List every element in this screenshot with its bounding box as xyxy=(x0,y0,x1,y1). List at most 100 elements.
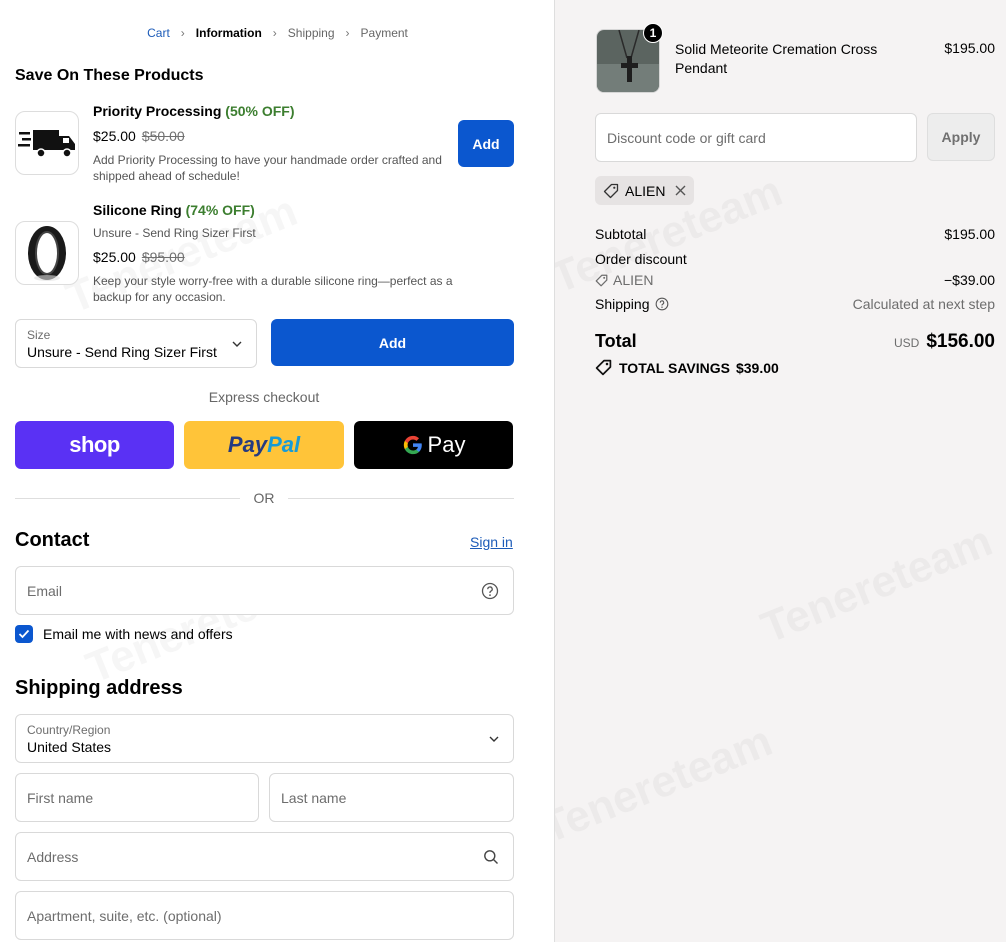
tag-icon xyxy=(595,274,608,286)
express-checkout-label: Express checkout xyxy=(208,389,320,405)
chevron-right-icon: › xyxy=(272,26,277,40)
watermark: Tenereteam xyxy=(755,516,1000,654)
product-name: Solid Meteorite Cremation Cross Pendant xyxy=(675,41,878,76)
add-silicone-ring-button[interactable]: Add xyxy=(271,319,514,366)
delivery-truck-icon xyxy=(18,130,75,158)
google-g-icon xyxy=(403,435,422,455)
last-name-placeholder: Last name xyxy=(281,789,347,806)
chevron-right-icon: › xyxy=(180,26,185,40)
email-field[interactable]: Email xyxy=(15,566,514,615)
first-name-field[interactable]: First name xyxy=(15,773,259,822)
size-select-value: Unsure - Send Ring Sizer First xyxy=(27,344,217,360)
email-placeholder: Email xyxy=(27,582,63,599)
order-discount-code: ALIEN xyxy=(595,272,653,288)
upsell-item-price-old: $50.00 xyxy=(141,128,185,144)
product-thumbnail xyxy=(15,111,79,175)
apartment-placeholder: Apartment, suite, etc. (optional) xyxy=(27,907,222,924)
checkout-main: Tenereteam Tenereteam Cart › Information… xyxy=(0,0,555,942)
upsell-item-price: $25.00 $95.00 xyxy=(93,249,185,265)
chevron-down-icon xyxy=(489,736,499,742)
paypal-button[interactable]: PayPal xyxy=(184,421,344,469)
upsell-item-discount: (74% OFF) xyxy=(185,202,255,218)
address-placeholder: Address xyxy=(27,848,79,865)
applied-discount-code: ALIEN xyxy=(625,182,666,199)
shipping-address-heading: Shipping address xyxy=(15,677,183,699)
last-name-field[interactable]: Last name xyxy=(269,773,514,822)
subtotal-value: $195.00 xyxy=(944,226,995,242)
size-select-label: Size xyxy=(27,328,51,342)
order-summary: Tenereteam Tenereteam Tenereteam 1 Solid… xyxy=(555,0,1006,942)
breadcrumb-cart[interactable]: Cart xyxy=(147,26,170,40)
shipping-row-label: Shipping xyxy=(595,296,669,312)
upsell-item-discount: (50% OFF) xyxy=(225,103,295,119)
shipping-label: Shipping xyxy=(595,296,650,312)
help-circle-icon[interactable] xyxy=(481,582,499,600)
total-savings-value: $39.00 xyxy=(735,359,779,376)
upsell-item-price-current: $25.00 xyxy=(93,249,136,265)
tag-icon xyxy=(595,359,612,376)
upsell-item-description: Keep your style worry-free with a durabl… xyxy=(93,274,453,304)
address-field[interactable]: Address xyxy=(15,832,514,881)
close-icon[interactable] xyxy=(675,185,686,196)
watermark: Tenereteam xyxy=(555,716,779,854)
upsell-item-variant: Unsure - Send Ring Sizer First xyxy=(93,226,256,240)
country-select[interactable]: Country/Region United States xyxy=(15,714,514,763)
order-discount-amount: −$39.00 xyxy=(944,272,995,288)
subtotal-label: Subtotal xyxy=(595,226,647,242)
upsell-item-price-old: $95.00 xyxy=(141,249,185,265)
shop-pay-logo: shop xyxy=(69,432,120,457)
size-select[interactable]: Size Unsure - Send Ring Sizer First xyxy=(15,319,257,368)
upsell-item-title: Silicone Ring (74% OFF) xyxy=(93,202,255,218)
upsell-item-name: Priority Processing xyxy=(93,103,222,119)
product-thumbnail xyxy=(15,221,79,285)
total-value: $156.00 xyxy=(926,331,995,352)
total-label: Total xyxy=(595,331,637,351)
breadcrumb-payment: Payment xyxy=(360,26,408,40)
shipping-value: Calculated at next step xyxy=(852,296,995,312)
order-discount-label: Order discount xyxy=(595,251,687,267)
apartment-field[interactable]: Apartment, suite, etc. (optional) xyxy=(15,891,514,940)
google-pay-label: Pay xyxy=(427,432,466,457)
quantity-badge: 1 xyxy=(643,23,663,43)
help-circle-icon[interactable] xyxy=(655,297,669,311)
country-value: United States xyxy=(27,739,112,755)
tag-icon xyxy=(603,183,619,198)
chevron-right-icon: › xyxy=(345,26,350,40)
silicone-ring-image xyxy=(28,226,66,281)
chevron-down-icon xyxy=(232,341,242,347)
product-price: $195.00 xyxy=(944,40,995,56)
upsell-item-name: Silicone Ring xyxy=(93,202,182,218)
search-icon xyxy=(484,849,498,864)
add-priority-processing-button[interactable]: Add xyxy=(458,120,514,167)
country-label: Country/Region xyxy=(27,723,111,737)
upsell-item-title: Priority Processing (50% OFF) xyxy=(93,103,295,119)
sign-in-link[interactable]: Sign in xyxy=(470,534,513,550)
upsell-item-description: Add Priority Processing to have your han… xyxy=(93,153,442,183)
upsell-item-price-current: $25.00 xyxy=(93,128,136,144)
applied-discount-tag: ALIEN xyxy=(595,176,695,205)
total-currency: USD xyxy=(893,336,920,350)
newsletter-checkbox[interactable] xyxy=(15,625,33,643)
breadcrumb-information: Information xyxy=(195,26,262,40)
newsletter-label: Email me with news and offers xyxy=(43,626,233,642)
checkmark-icon xyxy=(18,629,30,639)
total-savings: TOTAL SAVINGS $39.00 xyxy=(595,359,779,376)
breadcrumb-shipping: Shipping xyxy=(287,26,335,40)
paypal-logo: PayPal xyxy=(227,432,301,457)
divider xyxy=(15,498,240,499)
discount-code-field[interactable]: Discount code or gift card xyxy=(595,113,917,162)
upsell-item-price: $25.00 $50.00 xyxy=(93,128,185,144)
order-discount-code-text: ALIEN xyxy=(613,272,654,288)
first-name-placeholder: First name xyxy=(27,789,94,806)
total-savings-label: TOTAL SAVINGS xyxy=(619,359,730,376)
divider xyxy=(288,498,514,499)
contact-heading: Contact xyxy=(15,529,90,551)
apply-discount-button[interactable]: Apply xyxy=(927,113,995,161)
shop-pay-button[interactable]: shop xyxy=(15,421,174,469)
total-amount: USD $156.00 xyxy=(894,331,995,353)
google-pay-button[interactable]: Pay xyxy=(354,421,513,469)
upsell-heading: Save On These Products xyxy=(15,67,204,84)
breadcrumb: Cart › Information › Shipping › Payment xyxy=(0,26,554,40)
or-divider-label: OR xyxy=(253,490,275,506)
discount-code-placeholder: Discount code or gift card xyxy=(607,129,766,146)
